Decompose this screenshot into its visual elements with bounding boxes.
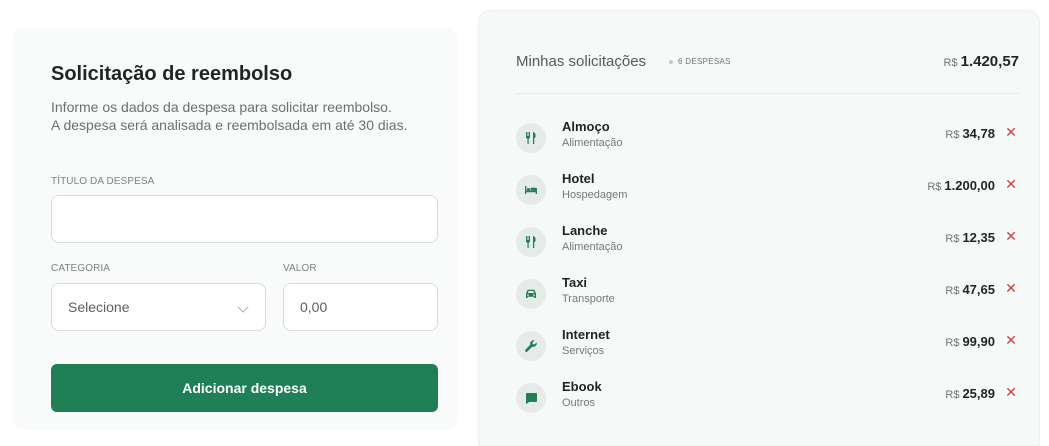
form-description-line-1: Informe os dados da despesa para solicit…	[51, 99, 392, 115]
form-description-line-2: A despesa será analisada e reembolsada e…	[51, 117, 408, 133]
expense-category: Alimentação	[562, 137, 623, 149]
expense-category: Outros	[562, 397, 596, 409]
expense-value: R$ 1.200,00	[927, 178, 995, 193]
fork-knife-icon	[516, 123, 546, 153]
total-amount: 1.420,57	[960, 53, 1019, 70]
expense-count: 6 DESPESAS	[678, 57, 731, 66]
expense-title: Ebook	[562, 379, 602, 394]
remove-icon[interactable]: ✕	[1003, 176, 1019, 192]
amount-input[interactable]: 0,00	[283, 283, 438, 331]
car-icon	[516, 279, 546, 309]
remove-icon[interactable]: ✕	[1003, 124, 1019, 140]
amount-label: VALOR	[283, 263, 317, 274]
expense-amount: 34,78	[962, 126, 995, 141]
expense-title: Almoço	[562, 119, 610, 134]
divider	[516, 93, 1019, 94]
expense-category: Hospedagem	[562, 189, 628, 201]
expense-row: Almoço Alimentação R$ 34,78 ✕	[516, 117, 1019, 157]
wrench-icon	[516, 331, 546, 361]
expense-title: Lanche	[562, 223, 608, 238]
expense-currency: R$	[945, 129, 960, 141]
expense-amount: 12,35	[962, 230, 995, 245]
expense-title: Hotel	[562, 171, 595, 186]
expense-amount: 47,65	[962, 282, 995, 297]
remove-icon[interactable]: ✕	[1003, 332, 1019, 348]
expense-amount: 99,90	[962, 334, 995, 349]
message-icon	[516, 383, 546, 413]
expense-row: Hotel Hospedagem R$ 1.200,00 ✕	[516, 169, 1019, 209]
separator-dot	[669, 60, 673, 64]
expense-title-input[interactable]	[51, 195, 438, 243]
expense-currency: R$	[945, 233, 960, 245]
amount-input-value: 0,00	[300, 299, 328, 315]
expense-title: Taxi	[562, 275, 588, 290]
remove-icon[interactable]: ✕	[1003, 384, 1019, 400]
expense-value: R$ 12,35	[945, 230, 995, 245]
add-expense-button[interactable]: Adicionar despesa	[51, 364, 438, 412]
expense-value: R$ 34,78	[945, 126, 995, 141]
form-description: Informe os dados da despesa para solicit…	[51, 98, 451, 134]
category-select-value: Selecione	[68, 299, 130, 315]
expense-row: Internet Serviços R$ 99,90 ✕	[516, 325, 1019, 365]
expense-currency: R$	[927, 181, 942, 193]
expense-title: Internet	[562, 327, 610, 342]
expense-currency: R$	[945, 337, 960, 349]
expense-category: Transporte	[562, 293, 615, 305]
category-select[interactable]: Selecione	[51, 283, 266, 331]
requests-card: Minhas solicitações 6 DESPESAS R$ 1.420,5…	[478, 10, 1040, 446]
expense-value: R$ 99,90	[945, 334, 995, 349]
expense-title-label: TÍTULO DA DESPESA	[51, 176, 155, 187]
expense-currency: R$	[945, 389, 960, 401]
expense-amount: 25,89	[962, 386, 995, 401]
category-label: CATEGORIA	[51, 263, 111, 274]
chevron-down-icon	[237, 301, 249, 313]
expense-amount: 1.200,00	[944, 178, 995, 193]
expense-category: Alimentação	[562, 241, 623, 253]
bed-icon	[516, 175, 546, 205]
expense-form-card: Solicitação de reembolso Informe os dado…	[12, 28, 458, 430]
expense-row: Taxi Transporte R$ 47,65 ✕	[516, 273, 1019, 313]
expense-row: Ebook Outros R$ 25,89 ✕	[516, 377, 1019, 417]
requests-total: R$ 1.420,57	[944, 53, 1019, 70]
fork-knife-icon	[516, 227, 546, 257]
expense-currency: R$	[945, 285, 960, 297]
expense-value: R$ 25,89	[945, 386, 995, 401]
requests-title: Minhas solicitações	[516, 53, 647, 70]
remove-icon[interactable]: ✕	[1003, 280, 1019, 296]
form-title: Solicitação de reembolso	[51, 63, 293, 85]
expense-category: Serviços	[562, 345, 605, 357]
total-currency: R$	[943, 57, 958, 69]
expense-row: Lanche Alimentação R$ 12,35 ✕	[516, 221, 1019, 261]
expense-value: R$ 47,65	[945, 282, 995, 297]
remove-icon[interactable]: ✕	[1003, 228, 1019, 244]
